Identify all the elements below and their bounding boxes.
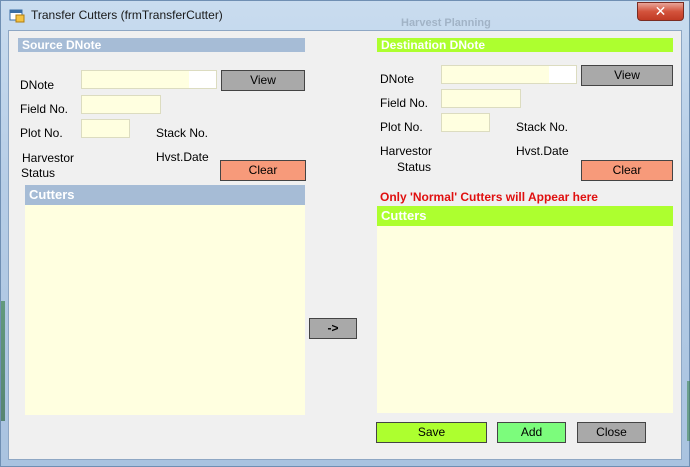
- source-field-label: Field No.: [20, 102, 69, 116]
- source-cutters-header: Cutters: [25, 185, 305, 205]
- window-title: Transfer Cutters (frmTransferCutter): [31, 8, 223, 22]
- transfer-arrow-button[interactable]: ->: [309, 318, 357, 339]
- destination-hvst-date-label: Hvst.Date: [516, 144, 569, 158]
- destination-field-label: Field No.: [380, 96, 429, 110]
- destination-plot-input[interactable]: [441, 113, 490, 132]
- source-dnote-header: Source DNote: [18, 38, 305, 52]
- source-plot-label: Plot No.: [20, 126, 63, 140]
- destination-dnote-input[interactable]: [441, 65, 577, 84]
- window-close-button[interactable]: ✕: [637, 2, 684, 21]
- destination-harvestor-label: Harvestor: [380, 144, 433, 158]
- source-dnote-input[interactable]: [81, 70, 217, 89]
- source-status-label: Status: [21, 166, 56, 180]
- destination-stack-label: Stack No.: [516, 120, 569, 134]
- background-window-text: Harvest Planning: [401, 17, 491, 29]
- background-edge-left: [1, 301, 5, 421]
- destination-status-label: Status: [397, 160, 432, 174]
- destination-normal-cutters-note: Only 'Normal' Cutters will Appear here: [380, 190, 598, 204]
- destination-plot-label: Plot No.: [380, 120, 423, 134]
- destination-field-input[interactable]: [441, 89, 521, 108]
- save-button[interactable]: Save: [376, 422, 487, 443]
- source-cutters-list[interactable]: Cutters: [25, 185, 305, 415]
- close-button[interactable]: Close: [577, 422, 646, 443]
- source-plot-input[interactable]: [81, 119, 130, 138]
- destination-view-button[interactable]: View: [581, 65, 673, 86]
- source-view-button[interactable]: View: [221, 70, 305, 91]
- source-clear-button[interactable]: Clear: [220, 160, 306, 181]
- source-dnote-label: DNote: [20, 78, 55, 92]
- app-form-icon: [9, 9, 25, 23]
- destination-dnote-label: DNote: [380, 72, 415, 86]
- source-hvst-date-label: Hvst.Date: [156, 150, 209, 164]
- source-stack-label: Stack No.: [156, 126, 209, 140]
- destination-clear-button[interactable]: Clear: [581, 160, 673, 181]
- destination-cutters-list[interactable]: Cutters: [377, 206, 673, 413]
- add-button[interactable]: Add: [497, 422, 566, 443]
- source-field-input[interactable]: [81, 95, 161, 114]
- destination-cutters-header: Cutters: [377, 206, 673, 226]
- destination-dnote-header: Destination DNote: [377, 38, 673, 52]
- title-bar[interactable]: Transfer Cutters (frmTransferCutter) Har…: [1, 1, 689, 29]
- source-harvestor-label: Harvestor: [22, 151, 75, 165]
